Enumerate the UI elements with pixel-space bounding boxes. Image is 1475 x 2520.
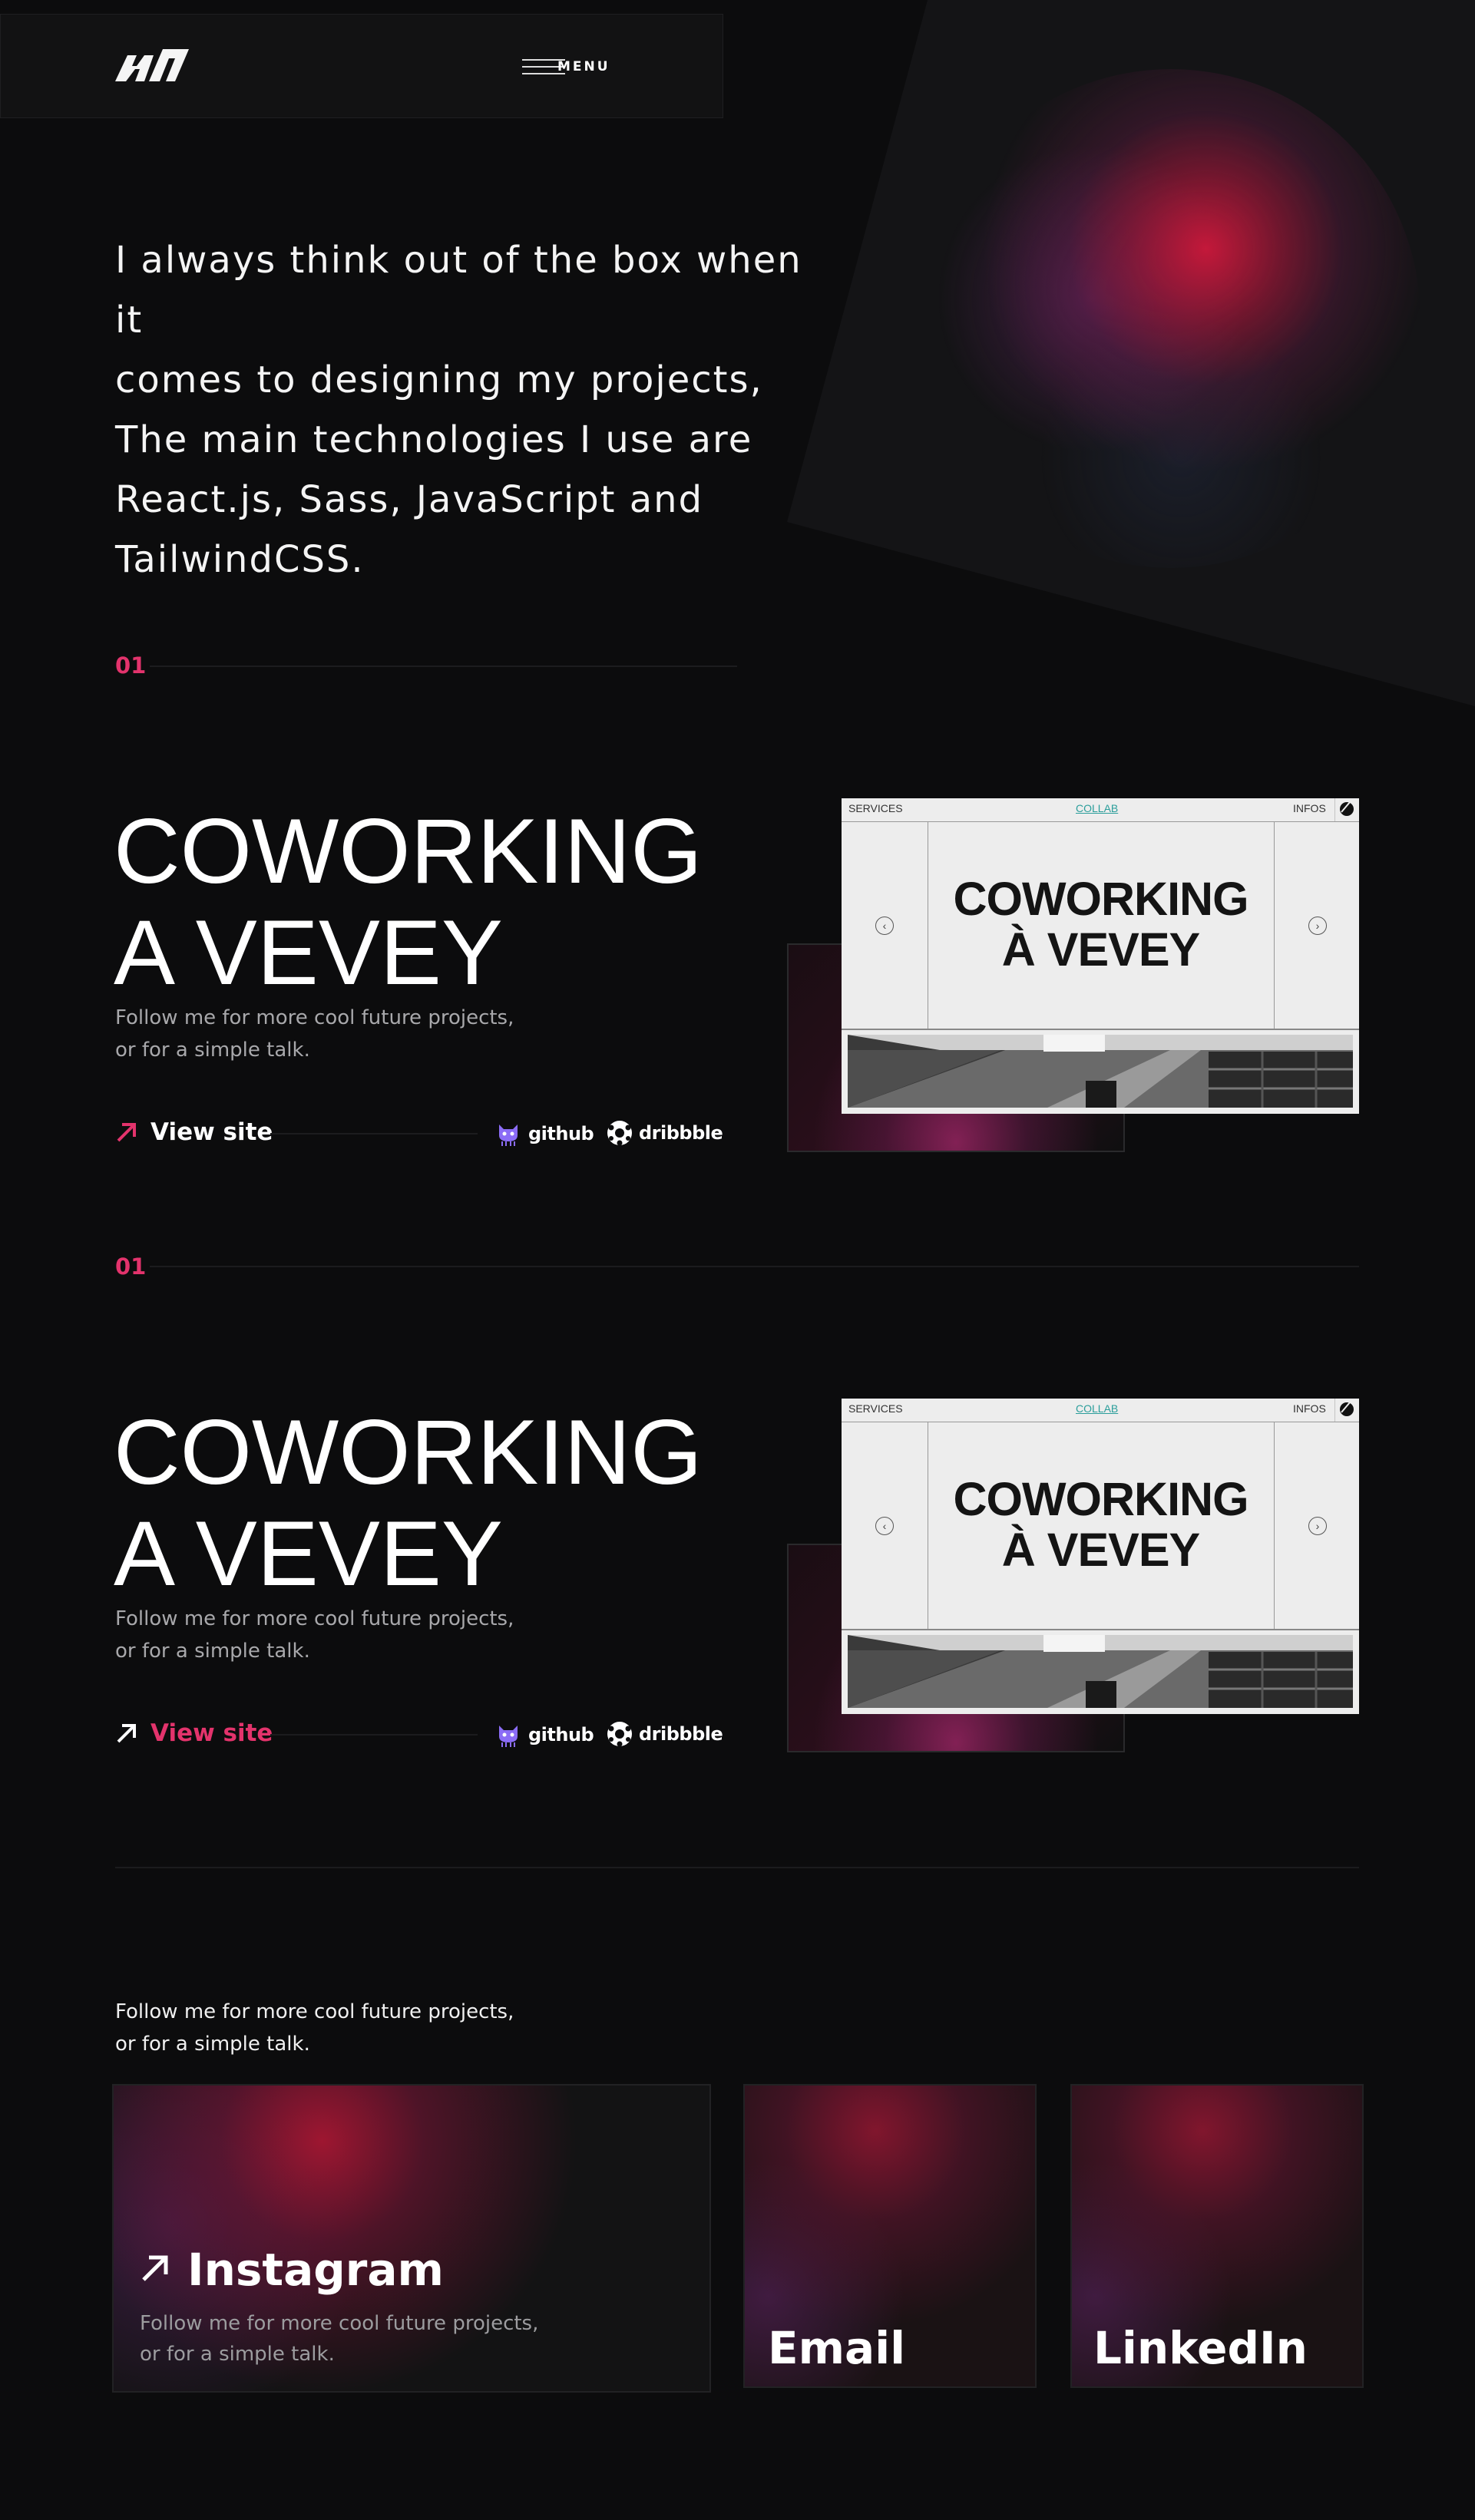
instagram-card[interactable]: Instagram Follow me for more cool future… [112, 2084, 711, 2393]
email-card[interactable]: Email [743, 2084, 1037, 2388]
view-site-label: View site [150, 1719, 273, 1747]
dribbble-link[interactable]: dribbble [607, 1721, 723, 1747]
project-preview[interactable]: SERVICES COLLAB INFOS ‹ › COWORKING À VE… [842, 798, 1359, 1114]
project-title-line: A VEVEY [114, 901, 503, 1004]
hero-gradient-glow [921, 69, 1420, 568]
project-title: COWORKING A VEVEY [114, 801, 703, 1003]
dribbble-label: dribbble [639, 1122, 723, 1144]
preview-title-line: COWORKING [953, 1473, 1248, 1525]
preview-panel-right: › [1274, 821, 1359, 1029]
instagram-subtitle: Follow me for more cool future projects,… [140, 2308, 538, 2370]
theme-toggle-icon [1334, 1399, 1354, 1422]
arrow-up-right-icon [142, 2255, 168, 2281]
preview-panel-left: ‹ [842, 821, 928, 1029]
divider [115, 1867, 1359, 1868]
linkedin-card[interactable]: LinkedIn [1070, 2084, 1364, 2388]
hero-line: I always think out of the box when it [115, 239, 802, 342]
preview-photo [848, 1635, 1353, 1708]
preview-title: COWORKING À VEVEY [928, 1474, 1274, 1575]
dribbble-link[interactable]: dribbble [607, 1120, 723, 1146]
preview-panel-left: ‹ [842, 1422, 928, 1629]
github-label: github [528, 1123, 594, 1144]
logo-icon[interactable] [115, 49, 189, 81]
dribbble-icon [607, 1121, 632, 1146]
hero-line: TailwindCSS. [115, 538, 365, 581]
chevron-right-icon: › [1308, 917, 1327, 935]
divider [150, 666, 737, 667]
instagram-subtitle-line: or for a simple talk. [140, 2343, 335, 2366]
project-title-line: COWORKING [114, 800, 703, 903]
arrow-up-right-icon [117, 1724, 136, 1743]
chevron-left-icon: ‹ [875, 917, 894, 935]
divider [150, 1266, 1359, 1267]
menu-label: MENU [557, 59, 610, 74]
github-label: github [528, 1724, 594, 1746]
instagram-subtitle-line: Follow me for more cool future projects, [140, 2312, 539, 2335]
subtitle-line: or for a simple talk. [115, 1640, 310, 1663]
preview-title-line: COWORKING [953, 873, 1248, 925]
preview-title-line: À VEVEY [1001, 1524, 1200, 1576]
project-subtitle: Follow me for more cool future projects,… [115, 1603, 668, 1667]
project-title-line: A VEVEY [114, 1502, 503, 1605]
divider [270, 1734, 478, 1736]
github-link[interactable]: github [494, 1721, 594, 1749]
header-bar [0, 14, 723, 118]
subtitle-line: Follow me for more cool future projects, [115, 1006, 514, 1029]
chevron-right-icon: › [1308, 1517, 1327, 1535]
hero-line: The main technologies I use are [115, 418, 753, 461]
preview-photo [848, 1035, 1353, 1108]
subtitle-line: Follow me for more cool future projects, [115, 1607, 514, 1630]
project-title-line: COWORKING [114, 1401, 703, 1504]
hero-line: React.js, Sass, JavaScript and [115, 478, 704, 521]
view-site-link[interactable]: View site [115, 1118, 273, 1146]
divider [270, 1133, 478, 1134]
theme-toggle-icon [1334, 798, 1354, 821]
preview-panel-right: › [1274, 1422, 1359, 1629]
contact-intro-line: Follow me for more cool future projects, [115, 2000, 514, 2023]
preview-nav-collab: COLLAB [1076, 1402, 1119, 1415]
preview-title-line: À VEVEY [1001, 923, 1200, 976]
github-icon [499, 1125, 518, 1146]
instagram-title: Instagram [187, 2244, 444, 2296]
hero-line: comes to designing my projects, [115, 358, 763, 401]
project-preview[interactable]: SERVICES COLLAB INFOS ‹ › COWORKING À VE… [842, 1399, 1359, 1714]
preview-nav-infos: INFOS [1293, 1402, 1326, 1415]
subtitle-line: or for a simple talk. [115, 1039, 310, 1062]
chevron-left-icon: ‹ [875, 1517, 894, 1535]
github-icon [499, 1726, 518, 1747]
preview-nav-services: SERVICES [848, 802, 903, 814]
project-title: COWORKING A VEVEY [114, 1402, 703, 1604]
preview-nav-infos: INFOS [1293, 802, 1326, 814]
preview-divider [842, 1629, 1359, 1630]
project-subtitle: Follow me for more cool future projects,… [115, 1002, 668, 1066]
hero-text: I always think out of the box when it co… [115, 230, 822, 590]
dribbble-icon [607, 1722, 632, 1747]
project-number: 01 [115, 1253, 147, 1280]
preview-nav-services: SERVICES [848, 1402, 903, 1415]
view-site-link[interactable]: View site [115, 1719, 273, 1747]
contact-intro: Follow me for more cool future projects,… [115, 1996, 653, 2060]
email-title: Email [768, 2322, 905, 2374]
dribbble-label: dribbble [639, 1723, 723, 1745]
preview-nav: SERVICES COLLAB INFOS [842, 1399, 1359, 1422]
view-site-label: View site [150, 1118, 273, 1146]
preview-nav-collab: COLLAB [1076, 802, 1119, 814]
contact-intro-line: or for a simple talk. [115, 2033, 310, 2056]
menu-button[interactable]: MENU [522, 55, 614, 78]
project-number: 01 [115, 652, 147, 679]
linkedin-title: LinkedIn [1093, 2322, 1308, 2374]
arrow-up-right-icon [117, 1123, 136, 1142]
preview-title: COWORKING À VEVEY [928, 874, 1274, 975]
github-link[interactable]: github [494, 1120, 594, 1148]
preview-nav: SERVICES COLLAB INFOS [842, 798, 1359, 822]
preview-divider [842, 1029, 1359, 1030]
